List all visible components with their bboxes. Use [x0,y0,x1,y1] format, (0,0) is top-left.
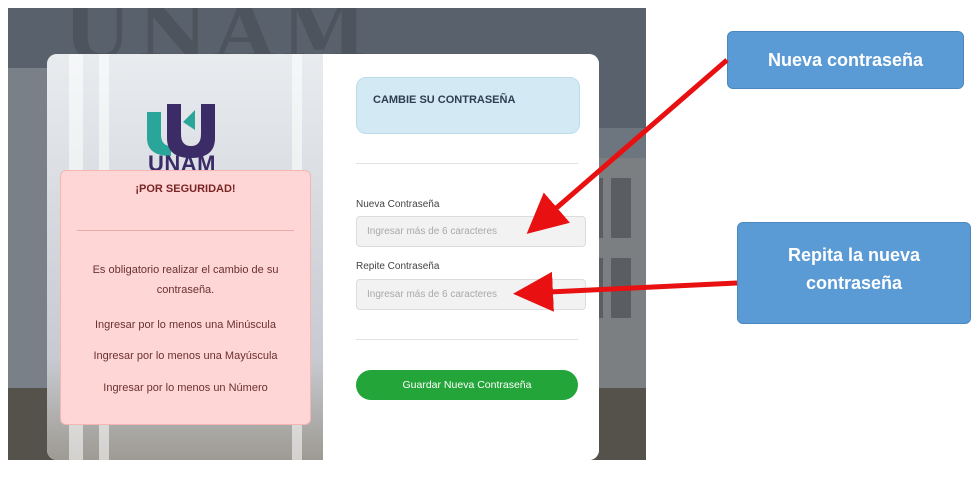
callout-repeat-password: Repita la nueva contraseña [737,222,971,324]
security-item: Ingresar por lo menos una Minúscula [95,319,276,331]
callout-new-password: Nueva contraseña [727,31,964,89]
form-header: CAMBIE SU CONTRASEÑA [356,77,580,134]
divider [356,163,578,164]
security-item: Es obligatorio realizar el cambio de su … [92,264,279,296]
divider [356,339,578,340]
security-panel: ¡POR SEGURIDAD! Es obligatorio realizar … [60,170,311,425]
login-screenshot: UNAM UNAM ¡POR SEGURIDAD! Es obligatorio… [8,8,646,460]
form-pane: CAMBIE SU CONTRASEÑA Nueva Contraseña Re… [323,54,599,460]
password-card: UNAM ¡POR SEGURIDAD! Es obligatorio real… [47,54,599,460]
form-title: CAMBIE SU CONTRASEÑA [373,94,516,106]
left-pane: UNAM ¡POR SEGURIDAD! Es obligatorio real… [47,54,323,460]
new-password-label: Nueva Contraseña [356,199,440,210]
security-item: Ingresar por lo menos un Número [103,382,268,394]
security-title: ¡POR SEGURIDAD! [135,183,236,195]
repeat-password-label: Repite Contraseña [356,261,440,272]
new-password-input[interactable] [356,216,586,247]
save-password-button[interactable]: Guardar Nueva Contraseña [356,370,578,400]
security-item: Ingresar por lo menos una Mayúscula [93,350,278,362]
repeat-password-input[interactable] [356,279,586,310]
security-divider [77,230,294,231]
